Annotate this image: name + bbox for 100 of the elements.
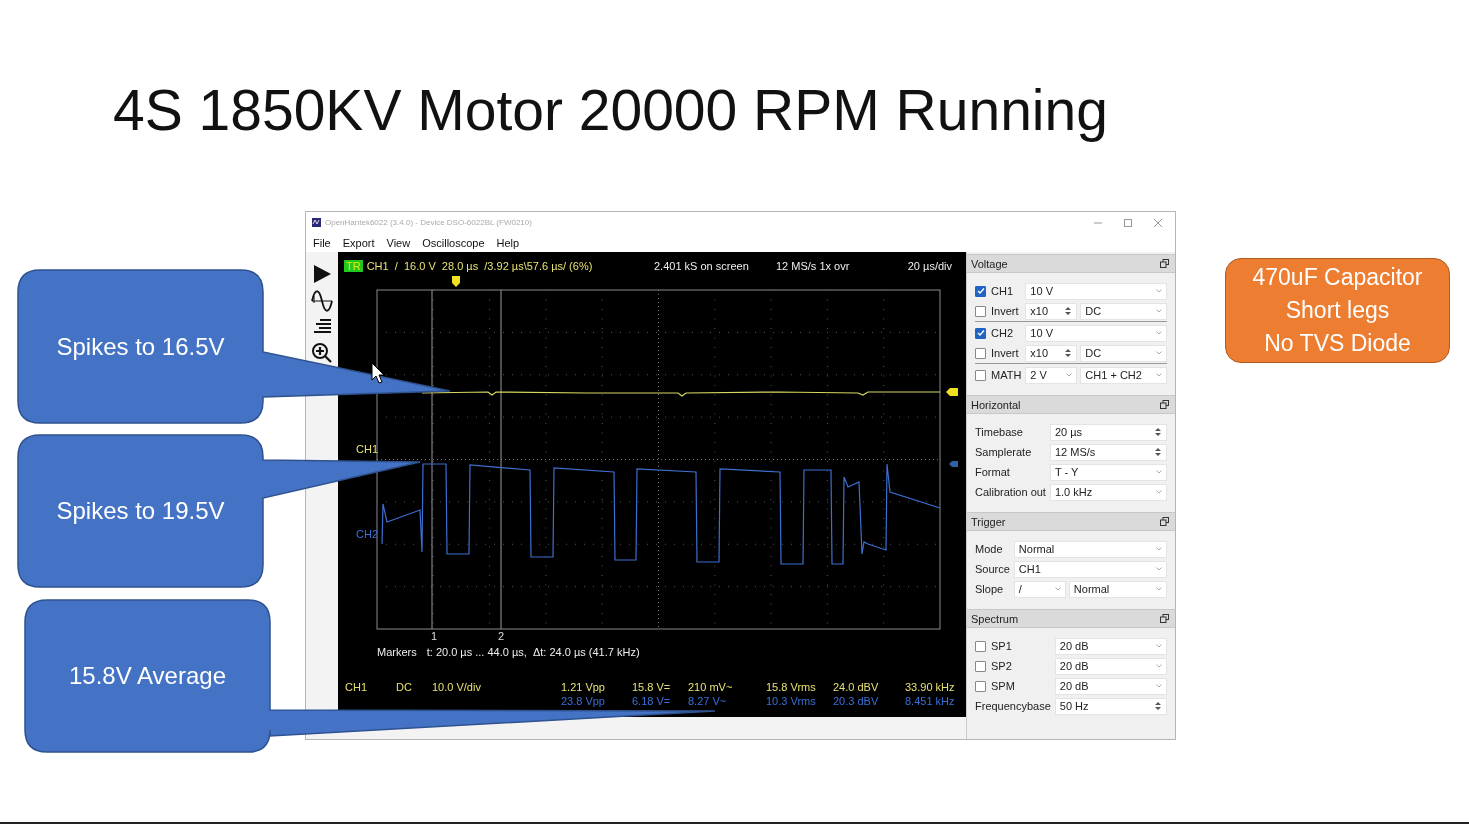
checkbox[interactable]	[975, 305, 986, 317]
measurement-value: DC	[396, 680, 413, 694]
dropdown[interactable]: 20 dB	[1054, 677, 1167, 695]
app-icon	[312, 218, 321, 227]
slide-title: 4S 1850KV Motor 20000 RPM Running	[113, 77, 1108, 144]
section-title: Spectrum	[971, 612, 1019, 625]
menu-item[interactable]: Help	[495, 236, 527, 249]
caret-icon	[1156, 644, 1162, 648]
menu-item[interactable]: File	[312, 236, 338, 249]
marker-number: 1	[431, 630, 438, 642]
checkbox[interactable]	[975, 640, 986, 652]
caret-icon	[1156, 351, 1162, 355]
field-label: SP1	[991, 640, 1012, 652]
measurement-value: 8.27 V~	[688, 694, 728, 708]
spin-box[interactable]: 50 Hz	[1054, 697, 1167, 715]
float-icon[interactable]	[1160, 259, 1169, 268]
measurement-value: 1.21 Vpp	[560, 680, 606, 694]
wave-icon[interactable]	[311, 290, 333, 312]
dropdown[interactable]: DC	[1080, 302, 1167, 320]
caret-icon	[1156, 470, 1162, 474]
caret-icon	[1156, 490, 1162, 494]
checkbox[interactable]	[975, 327, 986, 339]
field-label: SP2	[991, 660, 1012, 672]
spin-arrows-icon[interactable]	[1064, 347, 1073, 359]
marker-number: 2	[498, 630, 505, 642]
checkbox[interactable]	[975, 660, 986, 672]
dropdown[interactable]: 20 dB	[1054, 657, 1167, 675]
dropdown[interactable]: CH1 + CH2	[1080, 366, 1167, 384]
dropdown[interactable]: T - Y	[1049, 463, 1167, 481]
spin-arrows-icon[interactable]	[1154, 426, 1162, 438]
menu-item[interactable]: Oscilloscope	[421, 236, 492, 249]
dropdown[interactable]: 20 dB	[1054, 637, 1167, 655]
sample-rate: 12 MS/s 1x ovr	[776, 260, 851, 272]
channel-label: CH2	[356, 528, 378, 540]
dropdown[interactable]: 10 V	[1025, 282, 1167, 300]
spin-arrows-icon[interactable]	[1154, 700, 1162, 712]
maximize-icon[interactable]	[1123, 217, 1133, 228]
field-label: MATH	[991, 369, 1022, 381]
dropdown[interactable]: Normal	[1013, 540, 1167, 558]
spin-box[interactable]: x10	[1025, 344, 1078, 362]
markers-label: Markers	[377, 646, 417, 658]
measurement-value: CH1	[345, 680, 368, 694]
checkbox[interactable]	[975, 369, 986, 381]
mouse-pointer-icon	[371, 362, 385, 384]
sample-count: 2.401 kS on screen	[654, 260, 750, 272]
dropdown[interactable]: /	[1013, 580, 1066, 598]
caret-icon	[1156, 664, 1162, 668]
caret-icon	[1156, 309, 1162, 313]
measurement-value: 33.90 kHz	[905, 680, 956, 694]
callout-text: 15.8V Average	[69, 662, 226, 690]
dropdown[interactable]: 10 V	[1025, 324, 1167, 342]
field-label: CH1	[991, 285, 1013, 297]
field-label: Timebase	[975, 426, 1023, 438]
section-title: Horizontal	[971, 398, 1021, 411]
measurement-value: 8.451 kHz	[905, 694, 956, 708]
spin-box[interactable]: 20 µs	[1049, 423, 1167, 441]
measurement-value: 20.3 dBV	[833, 694, 880, 708]
float-icon[interactable]	[1160, 517, 1169, 526]
timebase-label: 20 µs/div	[907, 260, 952, 272]
checkbox[interactable]	[975, 285, 986, 297]
float-icon[interactable]	[1160, 614, 1169, 623]
measurement-value: 10.3 Vrms	[766, 694, 817, 708]
spin-box[interactable]: 12 MS/s	[1049, 443, 1167, 461]
ch2-offset-marker[interactable]	[949, 461, 958, 467]
field-label: Slope	[975, 583, 1004, 595]
caret-icon	[1156, 331, 1162, 335]
channel-label: CH1	[356, 443, 378, 455]
measurement-value: 10.0 V/div	[432, 680, 482, 694]
menu-item[interactable]: View	[385, 236, 418, 249]
dropdown[interactable]: Normal	[1068, 580, 1167, 598]
field-label: Calibration out	[975, 486, 1046, 498]
checkbox[interactable]	[975, 347, 986, 359]
callout-text: Spikes to 16.5V	[56, 332, 225, 361]
dropdown[interactable]: DC	[1080, 344, 1167, 362]
trigger-level-marker[interactable]	[946, 388, 958, 396]
spin-arrows-icon[interactable]	[1154, 446, 1162, 458]
spin-box[interactable]: x10	[1025, 302, 1078, 320]
note-box: 470uF Capacitor Short legs No TVS Diode	[1225, 258, 1450, 363]
measurement-value: 24.0 dBV	[833, 680, 880, 694]
caret-icon	[1156, 684, 1162, 688]
close-icon[interactable]	[1153, 217, 1163, 228]
caret-icon	[1156, 567, 1162, 571]
field-label: Frequencybase	[975, 700, 1051, 712]
spin-arrows-icon[interactable]	[1064, 305, 1073, 317]
window-title: OpenHantek6022 (3.4.0) - Device DSO-6022BL (FW0210)	[325, 218, 532, 227]
zoom-in-icon[interactable]	[311, 342, 333, 364]
play-icon[interactable]	[312, 264, 332, 284]
menu-item[interactable]: Export	[341, 236, 382, 249]
caret-icon	[1054, 587, 1061, 591]
field-label: Mode	[975, 543, 1003, 555]
dropdown[interactable]: CH1	[1013, 560, 1167, 578]
checkbox[interactable]	[975, 680, 986, 692]
lines-icon[interactable]	[312, 318, 332, 336]
dropdown[interactable]: 2 V	[1025, 366, 1078, 384]
section-title: Voltage	[971, 257, 1008, 270]
measurement-value: 15.8 Vrms	[766, 680, 817, 694]
dropdown[interactable]: 1.0 kHz	[1049, 483, 1167, 501]
float-icon[interactable]	[1160, 400, 1169, 409]
trigger-info: CH1 / 16.0 V 28.0 µs /3.92 µs\57.6 µs/ (6%)	[366, 260, 593, 272]
field-label: Samplerate	[975, 446, 1032, 458]
